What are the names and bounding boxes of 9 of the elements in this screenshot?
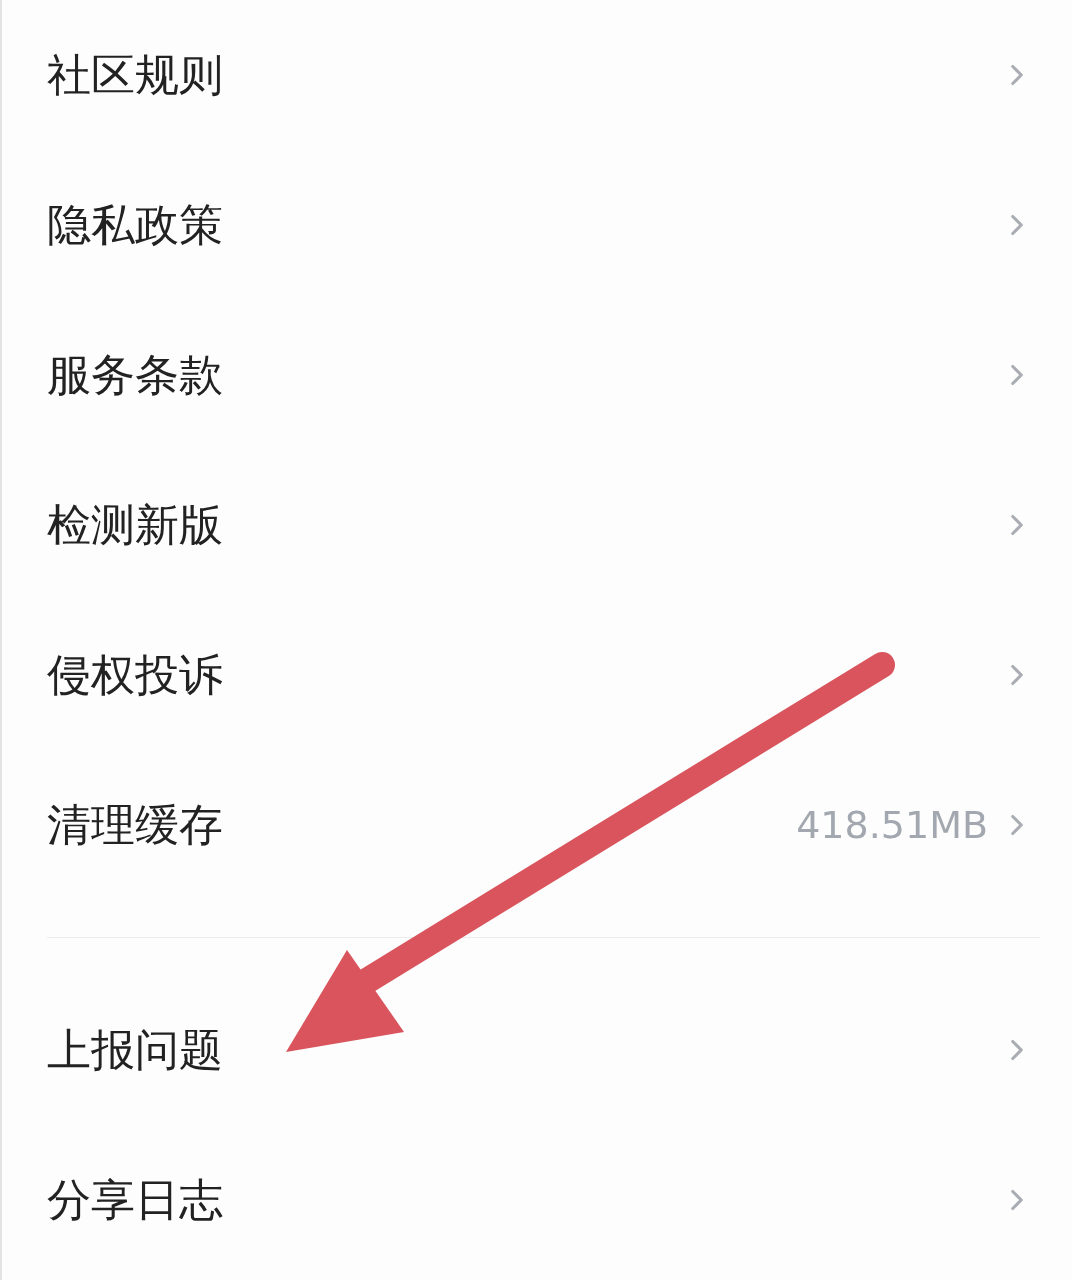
settings-row[interactable]: 清理缓存 418.51MB (2, 750, 1072, 900)
cache-size: 418.51MB (796, 801, 988, 849)
settings-row[interactable]: 分享日志 (2, 1125, 1072, 1275)
settings-row[interactable]: 侵权投诉 (2, 600, 1072, 750)
settings-row[interactable]: 隐私政策 (2, 150, 1072, 300)
settings-row[interactable]: 上报问题 (2, 975, 1072, 1125)
settings-row[interactable]: 检测新版 (2, 450, 1072, 600)
settings-row[interactable]: 社区规则 (2, 0, 1072, 150)
settings-row[interactable]: 服务条款 (2, 300, 1072, 450)
